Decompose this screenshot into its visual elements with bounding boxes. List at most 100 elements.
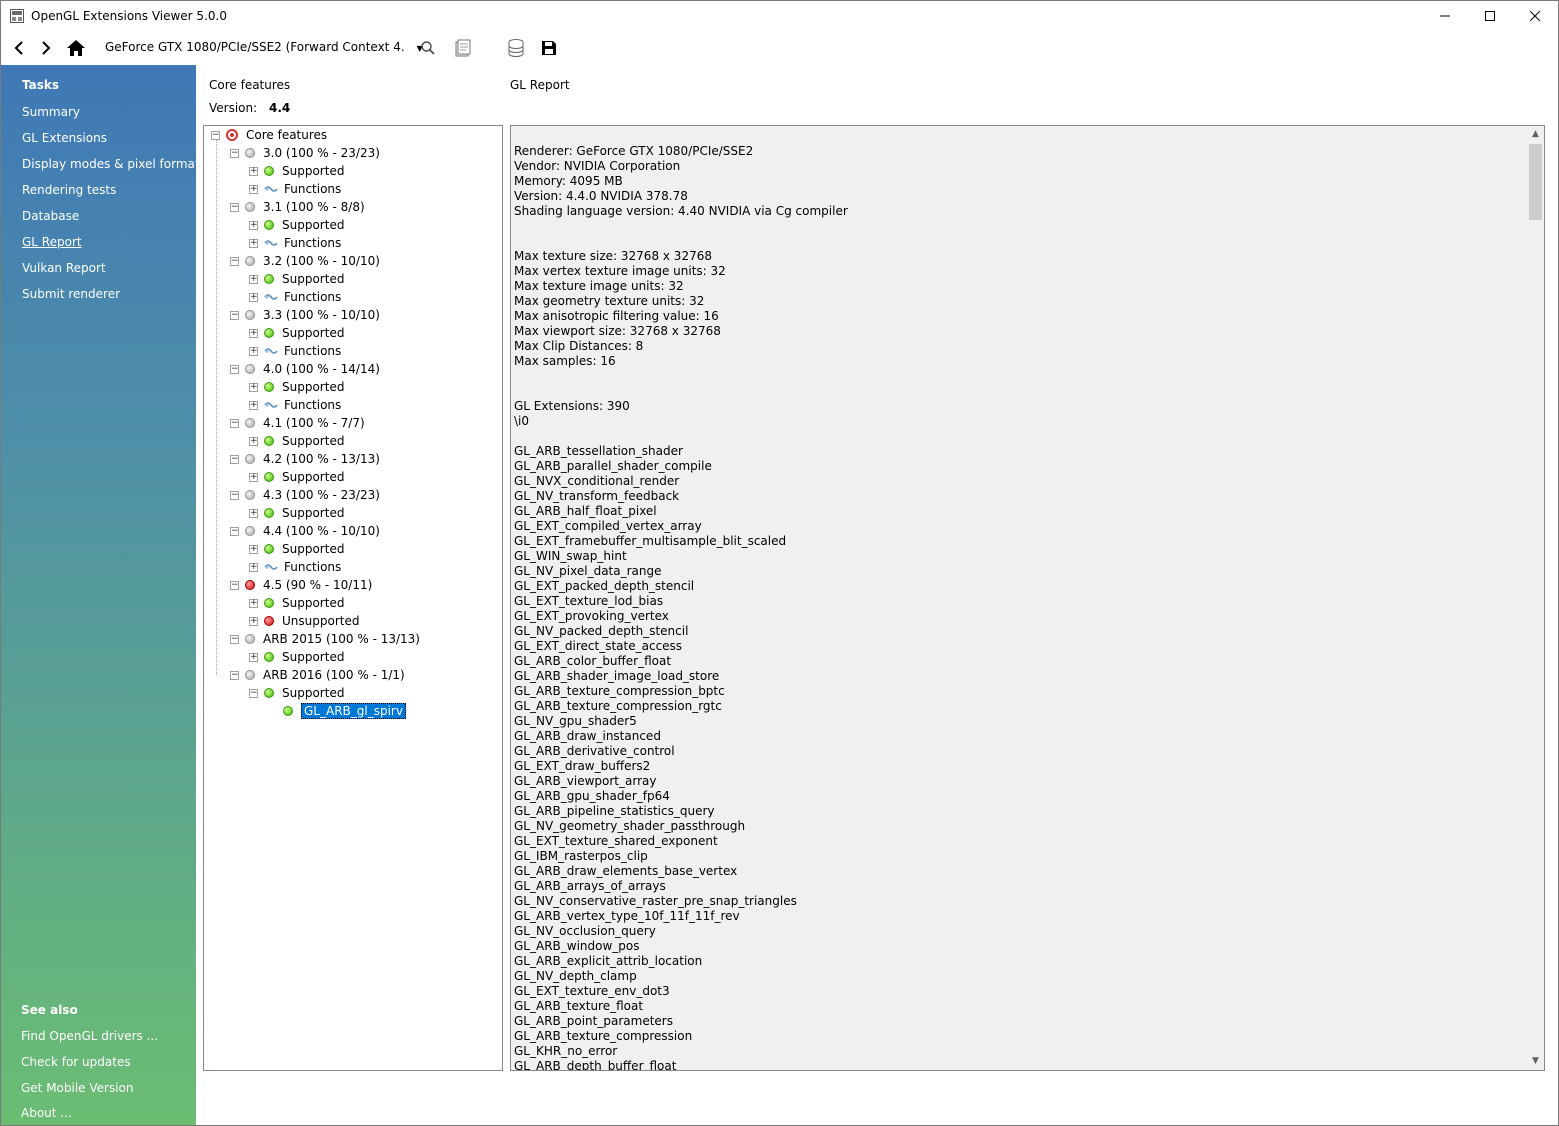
collapse-toggle[interactable]: − — [230, 148, 239, 158]
tree-item[interactable]: + Supported — [249, 540, 344, 558]
tree-item[interactable]: + Functions — [249, 288, 341, 306]
search-button[interactable] — [417, 37, 439, 59]
tree-item[interactable]: + Unsupported — [249, 612, 359, 630]
expand-toggle[interactable]: + — [249, 508, 258, 518]
sidebar-item-display-modes[interactable]: Display modes & pixel formats — [22, 157, 206, 171]
tree-item-selected[interactable]: GL_ARB_gl_spirv — [268, 702, 406, 720]
tree-item-version[interactable]: − ARB 2015 (100 % - 13/13) — [230, 630, 420, 648]
tree-item-version[interactable]: − 4.5 (90 % - 10/11) — [230, 576, 372, 594]
gl-report-text[interactable]: Renderer: GeForce GTX 1080/PCIe/SSE2 Vend… — [510, 125, 1545, 1071]
tree-item[interactable]: + Supported — [249, 468, 344, 486]
tree-item-version[interactable]: − 3.2 (100 % - 10/10) — [230, 252, 380, 270]
collapse-toggle[interactable]: − — [230, 310, 239, 320]
tree-item[interactable]: + Functions — [249, 342, 341, 360]
expand-toggle[interactable]: + — [249, 562, 258, 572]
expand-toggle[interactable]: + — [249, 238, 258, 248]
expand-toggle[interactable]: + — [249, 166, 258, 176]
sidebar-item-summary[interactable]: Summary — [22, 105, 80, 119]
tree-item-version[interactable]: − 4.0 (100 % - 14/14) — [230, 360, 380, 378]
tree-item[interactable]: + Functions — [249, 234, 341, 252]
collapse-toggle[interactable]: − — [230, 256, 239, 266]
collapse-toggle[interactable]: − — [211, 130, 220, 140]
functions-icon — [264, 294, 278, 300]
vertical-scrollbar[interactable]: ▲ ▼ — [1527, 126, 1544, 1070]
tree-item[interactable]: + Supported — [249, 324, 344, 342]
save-button[interactable] — [538, 37, 560, 59]
database-button[interactable] — [505, 37, 527, 59]
report-line: GL_ARB_viewport_array — [514, 774, 657, 788]
scroll-up-icon[interactable]: ▲ — [1527, 126, 1544, 143]
report-line: Max texture size: 32768 x 32768 — [514, 249, 712, 263]
sidebar-item-database[interactable]: Database — [22, 209, 79, 223]
tree-item-version[interactable]: − 4.1 (100 % - 7/7) — [230, 414, 365, 432]
back-button[interactable] — [8, 37, 30, 59]
tree-item[interactable]: + Supported — [249, 378, 344, 396]
minimize-button[interactable] — [1422, 1, 1468, 31]
sidebar-link-mobile-version[interactable]: Get Mobile Version — [21, 1081, 134, 1095]
tree-item[interactable]: + Supported — [249, 432, 344, 450]
expand-toggle[interactable]: + — [249, 328, 258, 338]
expand-toggle[interactable]: + — [249, 346, 258, 356]
tree-item-version[interactable]: − 3.1 (100 % - 8/8) — [230, 198, 365, 216]
expand-toggle[interactable]: + — [249, 616, 258, 626]
expand-toggle[interactable]: + — [249, 436, 258, 446]
collapse-toggle[interactable]: − — [230, 364, 239, 374]
sidebar-link-check-updates[interactable]: Check for updates — [21, 1055, 131, 1069]
collapse-toggle[interactable]: − — [230, 634, 239, 644]
tree-item-version[interactable]: − ARB 2016 (100 % - 1/1) — [230, 666, 405, 684]
sidebar-item-rendering-tests[interactable]: Rendering tests — [22, 183, 116, 197]
expand-toggle[interactable]: + — [249, 274, 258, 284]
sidebar-item-vulkan-report[interactable]: Vulkan Report — [22, 261, 106, 275]
collapse-toggle[interactable]: − — [230, 418, 239, 428]
tree-root[interactable]: − Core features — [211, 126, 327, 144]
expand-toggle[interactable]: + — [249, 598, 258, 608]
expand-toggle[interactable]: + — [249, 220, 258, 230]
tree-item[interactable]: + Supported — [249, 270, 344, 288]
gray-status-icon — [245, 634, 255, 644]
scroll-down-icon[interactable]: ▼ — [1527, 1053, 1544, 1070]
collapse-toggle[interactable]: − — [230, 490, 239, 500]
sidebar-item-gl-extensions[interactable]: GL Extensions — [22, 131, 107, 145]
collapse-toggle[interactable]: − — [230, 454, 239, 464]
home-button[interactable] — [65, 37, 87, 59]
sidebar-item-submit-renderer[interactable]: Submit renderer — [22, 287, 120, 301]
tree-item[interactable]: + Supported — [249, 162, 344, 180]
collapse-toggle[interactable]: − — [230, 670, 239, 680]
tree-item-version[interactable]: − 3.3 (100 % - 10/10) — [230, 306, 380, 324]
tree-item-version[interactable]: − 4.3 (100 % - 23/23) — [230, 486, 380, 504]
core-features-tree[interactable]: − Core features − 3.0 (100 % - 23/23) + Sup… — [203, 125, 503, 1071]
expand-toggle[interactable]: + — [249, 382, 258, 392]
report-button[interactable] — [452, 37, 474, 59]
close-button[interactable] — [1512, 1, 1558, 31]
forward-button[interactable] — [35, 37, 57, 59]
expand-toggle[interactable]: + — [249, 184, 258, 194]
scrollbar-thumb[interactable] — [1529, 144, 1542, 220]
expand-toggle[interactable]: + — [249, 544, 258, 554]
expand-toggle[interactable]: + — [249, 472, 258, 482]
tree-item-version[interactable]: − 4.4 (100 % - 10/10) — [230, 522, 380, 540]
expand-toggle[interactable]: + — [249, 652, 258, 662]
collapse-toggle[interactable]: − — [230, 526, 239, 536]
sidebar-link-about[interactable]: About ... — [21, 1106, 72, 1120]
tree-item[interactable]: + Supported — [249, 648, 344, 666]
collapse-toggle[interactable]: − — [230, 580, 239, 590]
expand-toggle[interactable]: + — [249, 400, 258, 410]
tree-item[interactable]: − Supported — [249, 684, 344, 702]
report-line: GL_NV_geometry_shader_passthrough — [514, 819, 746, 833]
collapse-toggle[interactable]: − — [230, 202, 239, 212]
collapse-toggle[interactable]: − — [249, 688, 258, 698]
sidebar-item-gl-report[interactable]: GL Report — [22, 235, 82, 249]
tree-item[interactable]: + Functions — [249, 558, 341, 576]
tree-item[interactable]: + Functions — [249, 180, 341, 198]
tree-item[interactable]: + Functions — [249, 396, 341, 414]
tree-item[interactable]: + Supported — [249, 594, 344, 612]
sidebar-link-find-drivers[interactable]: Find OpenGL drivers ... — [21, 1029, 158, 1043]
tree-item[interactable]: + Supported — [249, 504, 344, 522]
report-line: GL_ARB_tessellation_shader — [514, 444, 683, 458]
tree-item[interactable]: + Supported — [249, 216, 344, 234]
tree-item-version[interactable]: − 3.0 (100 % - 23/23) — [230, 144, 380, 162]
renderer-dropdown[interactable]: GeForce GTX 1080/PCIe/SSE2 (Forward Cont… — [105, 40, 423, 54]
expand-toggle[interactable]: + — [249, 292, 258, 302]
maximize-button[interactable] — [1467, 1, 1513, 31]
tree-item-version[interactable]: − 4.2 (100 % - 13/13) — [230, 450, 380, 468]
